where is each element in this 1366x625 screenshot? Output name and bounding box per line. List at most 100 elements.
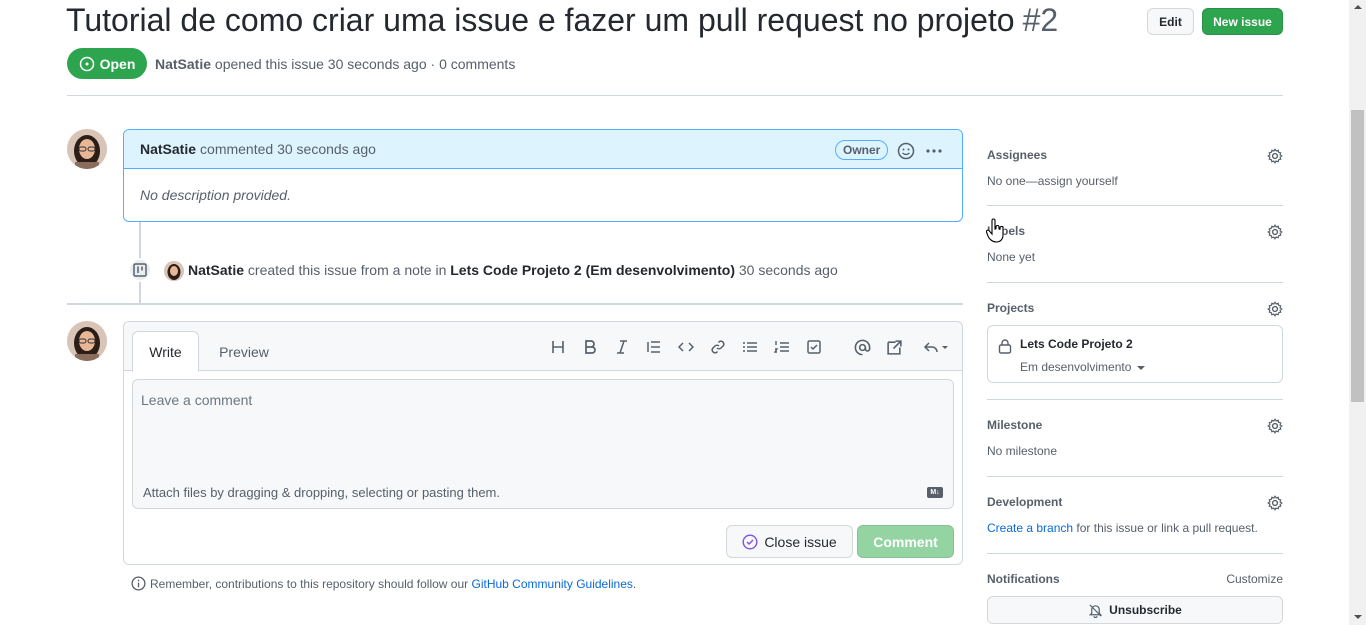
saved-replies-icon[interactable] xyxy=(921,336,953,358)
new-issue-button[interactable]: New issue xyxy=(1202,8,1283,35)
issue-meta: NatSatie opened this issue 30 seconds ag… xyxy=(155,56,515,72)
kebab-horizontal-icon[interactable] xyxy=(925,142,943,160)
comment-timestamp[interactable]: commented 30 seconds ago xyxy=(200,141,376,157)
gear-icon[interactable] xyxy=(1267,148,1283,164)
info-icon xyxy=(131,576,146,591)
attach-files-bar[interactable]: Attach files by dragging & dropping, sel… xyxy=(132,478,954,509)
lock-icon xyxy=(998,339,1012,354)
heading-icon[interactable] xyxy=(547,336,569,358)
project-card: Lets Code Projeto 2 Em desenvolvimento xyxy=(987,325,1283,383)
issue-meta-text: opened this issue 30 seconds ago · 0 com… xyxy=(214,56,516,72)
scroll-up-icon[interactable] xyxy=(1353,3,1363,11)
sidebar-divider xyxy=(987,399,1283,400)
caret-down-icon xyxy=(1136,366,1145,370)
bell-slash-icon xyxy=(1089,603,1103,618)
event-project-link[interactable]: Lets Code Projeto 2 xyxy=(450,262,581,278)
avatar[interactable] xyxy=(67,129,107,169)
guidelines-text: Remember, contributions to this reposito… xyxy=(150,576,469,591)
gear-icon[interactable] xyxy=(1267,224,1283,240)
close-issue-label: Close issue xyxy=(764,533,837,550)
issue-title: Tutorial de como criar uma issue e fazer… xyxy=(66,2,1058,39)
avatar[interactable] xyxy=(67,321,107,361)
comment-body: No description provided. xyxy=(140,187,291,203)
projects-title[interactable]: Projects xyxy=(987,301,1283,315)
sidebar-divider xyxy=(987,553,1283,554)
development-title[interactable]: Development xyxy=(987,495,1283,509)
assignees-title[interactable]: Assignees xyxy=(987,148,1283,162)
code-icon[interactable] xyxy=(675,336,697,358)
timeline-divider xyxy=(67,303,963,305)
development-rest: for this issue or link a pull request. xyxy=(1076,521,1258,535)
development-value: Create a branch for this issue or link a… xyxy=(987,521,1283,535)
status-badge: Open xyxy=(67,48,147,79)
guidelines-end: . xyxy=(632,576,637,591)
check-circle-icon xyxy=(742,533,758,550)
close-issue-button[interactable]: Close issue xyxy=(726,525,853,558)
comment-editor: Write Preview Leave a comment Attach fil… xyxy=(123,321,963,565)
markdown-icon[interactable]: M↓ xyxy=(927,487,943,498)
numbered-list-icon[interactable] xyxy=(771,336,793,358)
development-section: Development Create a branch for this iss… xyxy=(987,495,1283,535)
sidebar-divider xyxy=(987,476,1283,477)
gear-icon[interactable] xyxy=(1267,301,1283,317)
unsubscribe-label: Unsubscribe xyxy=(1109,603,1182,617)
avatar[interactable] xyxy=(164,261,184,281)
gear-icon[interactable] xyxy=(1267,418,1283,434)
milestone-title[interactable]: Milestone xyxy=(987,418,1283,432)
mention-icon[interactable] xyxy=(851,336,873,358)
comment-header: NatSatie commented 30 seconds ago Owner xyxy=(124,130,962,169)
issue-author-link[interactable]: NatSatie xyxy=(155,56,211,72)
scrollbar-thumb[interactable] xyxy=(1351,110,1364,402)
project-column-label: Em desenvolvimento xyxy=(1020,360,1132,374)
guidelines-note: Remember, contributions to this reposito… xyxy=(131,576,636,591)
labels-value: None yet xyxy=(987,250,1036,264)
cross-reference-icon[interactable] xyxy=(883,336,905,358)
project-icon xyxy=(128,258,152,282)
customize-link[interactable]: Customize xyxy=(1226,572,1283,586)
milestone-value: No milestone xyxy=(987,444,1058,458)
timeline-event: NatSatie created this issue from a note … xyxy=(188,262,838,278)
event-time[interactable]: 30 seconds ago xyxy=(739,262,838,278)
comment-author-link[interactable]: NatSatie xyxy=(140,141,196,157)
event-author-link[interactable]: NatSatie xyxy=(188,262,244,278)
issue-open-icon xyxy=(79,56,94,71)
italic-icon[interactable] xyxy=(611,336,633,358)
tab-preview[interactable]: Preview xyxy=(208,331,280,372)
quote-icon[interactable] xyxy=(643,336,665,358)
labels-section: Labels None yet xyxy=(987,224,1283,264)
hand-cursor-icon xyxy=(986,218,1004,243)
comment-box: NatSatie commented 30 seconds ago Owner … xyxy=(123,129,963,222)
status-label: Open xyxy=(99,55,136,72)
bold-icon[interactable] xyxy=(579,336,601,358)
issue-title-text: Tutorial de como criar uma issue e fazer… xyxy=(66,2,1015,38)
sidebar-divider xyxy=(987,205,1283,206)
smiley-icon[interactable] xyxy=(897,142,915,160)
unsubscribe-button[interactable]: Unsubscribe xyxy=(987,596,1283,624)
editor-tabs: Write Preview xyxy=(124,322,962,372)
guidelines-link[interactable]: GitHub Community Guidelines xyxy=(472,577,633,591)
attach-text: Attach files by dragging & dropping, sel… xyxy=(143,485,500,500)
milestone-section: Milestone No milestone xyxy=(987,418,1283,458)
labels-title[interactable]: Labels xyxy=(987,224,1283,238)
project-name-link[interactable]: Lets Code Projeto 2 xyxy=(1020,337,1133,351)
projects-section: Projects xyxy=(987,301,1283,317)
header-divider xyxy=(67,95,1283,96)
comment-button[interactable]: Comment xyxy=(857,525,954,558)
scroll-down-icon[interactable] xyxy=(1353,613,1363,621)
assignees-value[interactable]: No one—assign yourself xyxy=(987,174,1283,188)
issue-number: #2 xyxy=(1022,2,1059,38)
notifications-section: Notifications Customize xyxy=(987,572,1283,586)
bulleted-list-icon[interactable] xyxy=(739,336,761,358)
tab-write[interactable]: Write xyxy=(132,331,199,372)
owner-badge: Owner xyxy=(835,140,889,160)
event-column: (Em desenvolvimento) xyxy=(585,262,735,278)
event-text: created this issue from a note in xyxy=(247,262,447,278)
link-icon[interactable] xyxy=(707,336,729,358)
edit-button[interactable]: Edit xyxy=(1147,8,1194,35)
create-branch-link[interactable]: Create a branch xyxy=(987,521,1073,535)
project-column-dropdown[interactable]: Em desenvolvimento xyxy=(1020,360,1145,374)
assignees-section: Assignees No one—assign yourself xyxy=(987,148,1283,188)
task-list-icon[interactable] xyxy=(803,336,825,358)
gear-icon[interactable] xyxy=(1267,495,1283,511)
comment-textarea[interactable]: Leave a comment xyxy=(132,379,954,479)
